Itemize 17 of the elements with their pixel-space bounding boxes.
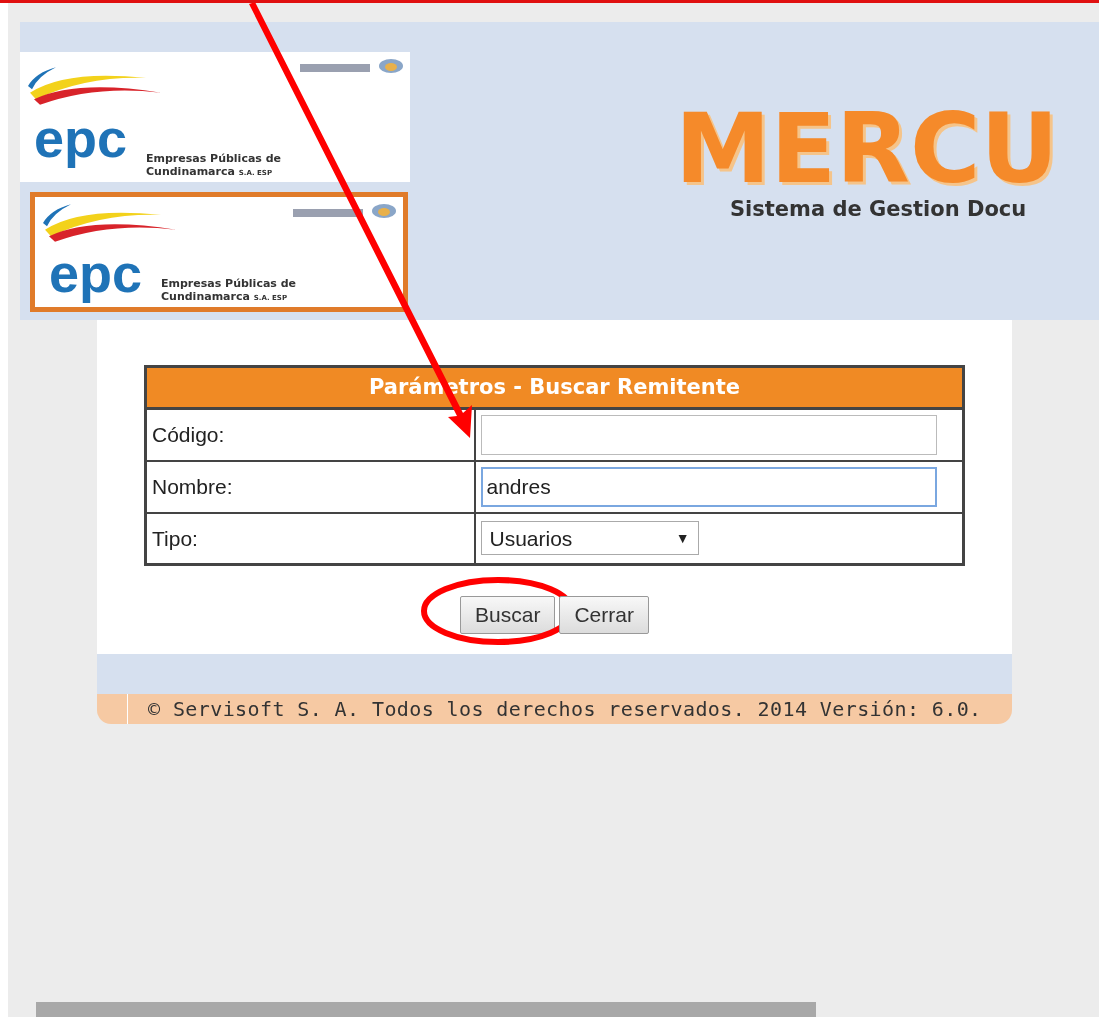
logo-text: Empresas Públicas de bbox=[161, 277, 297, 290]
field-label: Nombre: bbox=[145, 460, 475, 513]
brand-title: MERCU bbox=[675, 104, 1059, 194]
emblem-icon bbox=[300, 62, 370, 74]
logo-wordmark: epc bbox=[49, 245, 143, 301]
logo-wordmark: epc bbox=[34, 110, 128, 166]
footer-text: © Servisoft S. A. Todos los derechos reservados. 2014 Versión: 6.0. bbox=[148, 696, 982, 723]
input-field[interactable]: andres bbox=[480, 466, 937, 507]
action-button[interactable]: Buscar bbox=[460, 596, 556, 634]
action-button[interactable]: Cerrar bbox=[559, 596, 649, 634]
seal-icon bbox=[378, 58, 404, 74]
seal-icon bbox=[371, 203, 397, 219]
type-dropdown[interactable]: Usuarios ▼ bbox=[480, 521, 699, 556]
brand-tagline: Sistema de Gestion Docu bbox=[730, 196, 1028, 223]
caret-icon: ▼ bbox=[675, 527, 690, 549]
logo-text: Empresas Públicas de bbox=[146, 152, 282, 165]
input-field[interactable] bbox=[480, 414, 937, 455]
